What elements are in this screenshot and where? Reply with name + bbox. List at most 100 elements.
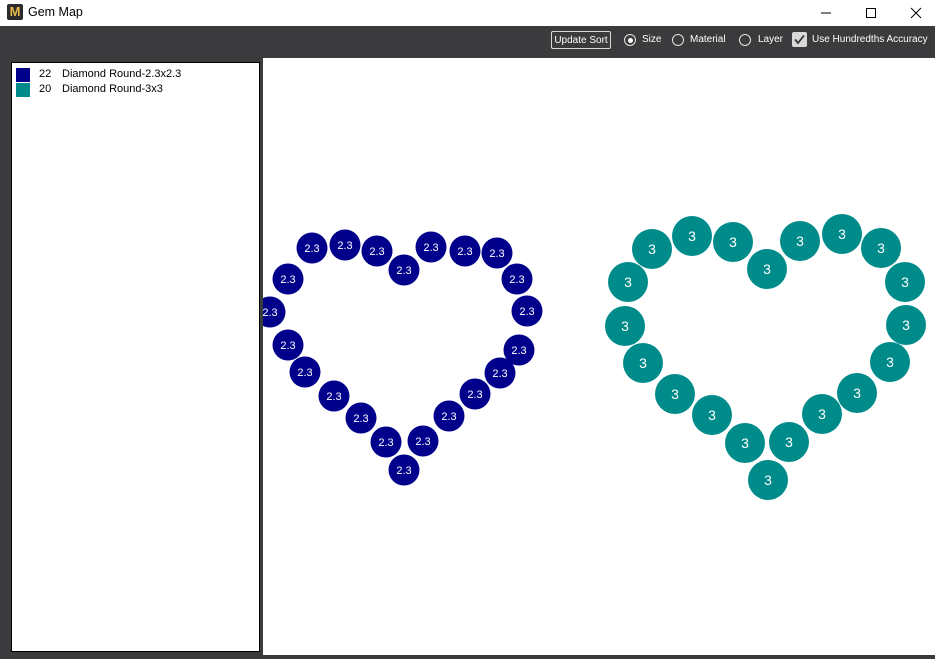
gem-marker[interactable]: 3: [605, 306, 645, 346]
gem-marker[interactable]: 3: [870, 342, 910, 382]
gem-size-label: 2.3: [369, 246, 384, 258]
gem-marker[interactable]: 2.3: [318, 380, 350, 412]
gem-size-label: 2.3: [297, 367, 312, 379]
close-button[interactable]: [893, 0, 935, 26]
gem-marker[interactable]: 3: [861, 228, 901, 268]
gem-size-label: 3: [763, 261, 771, 277]
layer-radio[interactable]: [739, 34, 751, 46]
gem-marker[interactable]: 2.3: [272, 329, 304, 361]
gem-marker[interactable]: 3: [672, 216, 712, 256]
gem-marker[interactable]: 2.3: [407, 425, 439, 457]
gem-size-label: 3: [708, 407, 716, 423]
gem-marker[interactable]: 3: [837, 373, 877, 413]
size-radio[interactable]: [624, 34, 636, 46]
maximize-button[interactable]: [848, 0, 894, 26]
app-logo-icon: M: [7, 4, 23, 20]
gem-marker[interactable]: 2.3: [329, 229, 361, 261]
gem-map-svg: 2.3 2.3 2.3 2.3 2.3 2.3 2.3 2.3 2.3 2.3 2.3 2.3 2.3 2…: [263, 214, 926, 500]
gem-size-label: 2.3: [378, 437, 393, 449]
legend-count: 20: [39, 83, 52, 95]
gem-size-label: 2.3: [280, 340, 295, 352]
gem-size-label: 2.3: [511, 345, 526, 357]
gem-marker[interactable]: 3: [632, 229, 672, 269]
minimize-button[interactable]: [803, 0, 849, 26]
checkmark-icon: [794, 34, 805, 45]
gem-marker[interactable]: 2.3: [263, 296, 286, 328]
gem-marker[interactable]: 3: [655, 374, 695, 414]
gem-marker[interactable]: 3: [886, 305, 926, 345]
gem-size-label: 2.3: [457, 246, 472, 258]
gem-marker[interactable]: 2.3: [370, 426, 402, 458]
gem-size-label: 3: [621, 318, 629, 334]
gem-marker[interactable]: 3: [885, 262, 925, 302]
gem-marker[interactable]: 3: [822, 214, 862, 254]
update-sort-button[interactable]: Update Sort: [551, 31, 611, 49]
gem-marker[interactable]: 3: [780, 221, 820, 261]
minimize-icon: [821, 12, 831, 14]
gem-marker[interactable]: 3: [747, 249, 787, 289]
legend-swatch: [16, 68, 30, 82]
gem-marker[interactable]: 3: [802, 394, 842, 434]
gem-marker[interactable]: 2.3: [388, 254, 420, 286]
legend-swatch: [16, 83, 30, 97]
gem-size-label: 3: [901, 274, 909, 290]
toolbar: Update Sort Size Material Layer Use Hund…: [0, 26, 935, 58]
gem-marker[interactable]: 2.3: [296, 232, 328, 264]
gem-marker[interactable]: 3: [769, 422, 809, 462]
gem-marker[interactable]: 2.3: [361, 235, 393, 267]
gem-size-label: 2.3: [396, 465, 411, 477]
gem-marker[interactable]: 3: [692, 395, 732, 435]
gem-marker[interactable]: 3: [725, 423, 765, 463]
layer-radio-label[interactable]: Layer: [758, 34, 783, 46]
gem-size-label: 2.3: [396, 265, 411, 277]
gem-marker[interactable]: 3: [623, 343, 663, 383]
gem-marker[interactable]: 2.3: [511, 295, 543, 327]
gem-marker[interactable]: 2.3: [501, 263, 533, 295]
gem-size-label: 3: [902, 317, 910, 333]
gem-marker[interactable]: 3: [713, 222, 753, 262]
gem-size-label: 2.3: [353, 413, 368, 425]
gem-marker[interactable]: 2.3: [449, 235, 481, 267]
gem-size-label: 2.3: [509, 274, 524, 286]
gem-size-label: 3: [688, 228, 696, 244]
material-radio-label[interactable]: Material: [690, 34, 726, 46]
legend-name: Diamond Round-2.3x2.3: [62, 68, 182, 80]
window-title: Gem Map: [28, 5, 83, 19]
gem-size-label: 3: [886, 354, 894, 370]
gem-size-label: 3: [764, 472, 772, 488]
gem-marker[interactable]: 2.3: [503, 334, 535, 366]
gem-size-label: 3: [796, 233, 804, 249]
gem-size-label: 2.3: [467, 389, 482, 401]
gem-size-label: 3: [648, 241, 656, 257]
gem-size-label: 2.3: [423, 242, 438, 254]
gem-size-label: 2.3: [326, 391, 341, 403]
gem-size-label: 3: [785, 434, 793, 450]
legend-panel: 22 Diamond Round-2.3x2.3 20 Diamond Roun…: [11, 62, 260, 652]
gem-marker[interactable]: 2.3: [388, 454, 420, 486]
gem-marker[interactable]: 2.3: [459, 378, 491, 410]
gem-size-label: 3: [741, 435, 749, 451]
gem-size-label: 3: [639, 355, 647, 371]
gem-size-label: 3: [853, 385, 861, 401]
hundredths-checkbox-label[interactable]: Use Hundredths Accuracy: [812, 34, 928, 46]
gem-size-label: 3: [729, 234, 737, 250]
maximize-icon: [866, 8, 876, 18]
gem-marker[interactable]: 2.3: [415, 231, 447, 263]
close-icon: [910, 7, 922, 19]
gem-marker[interactable]: 2.3: [433, 400, 465, 432]
gem-marker[interactable]: 3: [748, 460, 788, 500]
gem-size-label: 2.3: [441, 411, 456, 423]
gem-size-label: 2.3: [263, 307, 278, 319]
gem-marker[interactable]: 2.3: [289, 356, 321, 388]
gem-size-label: 3: [877, 240, 885, 256]
material-radio[interactable]: [672, 34, 684, 46]
gem-size-label: 2.3: [489, 248, 504, 260]
gem-marker[interactable]: 2.3: [481, 237, 513, 269]
gem-map-canvas[interactable]: 2.3 2.3 2.3 2.3 2.3 2.3 2.3 2.3 2.3 2.3 2.3 2.3 2.3 2…: [263, 58, 935, 655]
gem-size-label: 2.3: [304, 243, 319, 255]
gem-marker[interactable]: 2.3: [272, 263, 304, 295]
gem-marker[interactable]: 2.3: [345, 402, 377, 434]
hundredths-checkbox[interactable]: [792, 32, 807, 47]
size-radio-label[interactable]: Size: [642, 34, 661, 46]
gem-marker[interactable]: 3: [608, 262, 648, 302]
